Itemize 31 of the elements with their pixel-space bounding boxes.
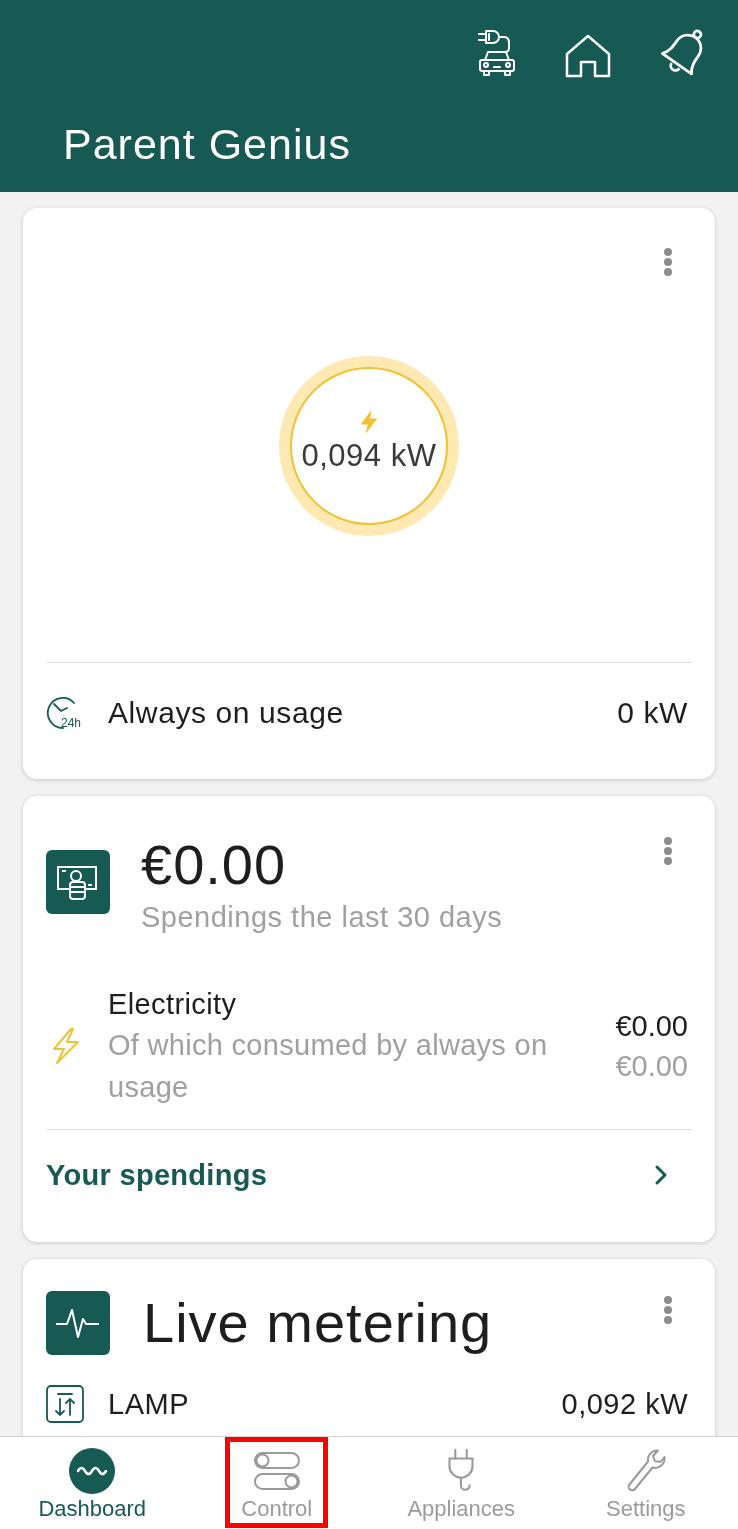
more-icon[interactable] <box>662 836 674 866</box>
nav-tab[interactable]: Settings <box>590 1437 702 1528</box>
car-charger-icon[interactable] <box>476 28 518 78</box>
spendings-link[interactable]: Your spendings <box>23 1130 715 1220</box>
usage-label: Always on usage <box>108 695 344 731</box>
lightning-icon <box>50 1027 82 1065</box>
expense-label: Electricity <box>108 987 237 1022</box>
wave-icon <box>69 1448 116 1494</box>
nav-tab[interactable]: Dashboard <box>22 1437 163 1528</box>
usage-value: 0 kW <box>617 695 688 731</box>
expense-detail-amount: €0.00 <box>615 1049 688 1084</box>
expense-amount: €0.00 <box>615 1009 688 1044</box>
spendings-caption: Spendings the last 30 days <box>141 900 503 935</box>
app-title: Parent Genius <box>63 119 351 170</box>
device-reading: 0,092 kW <box>561 1388 688 1420</box>
money-icon <box>46 850 110 914</box>
lightning-icon <box>359 410 379 434</box>
expense-detail: Of which consumed by always on usage <box>108 1028 549 1105</box>
more-icon[interactable] <box>662 247 674 277</box>
nav-tab[interactable]: Control <box>225 1437 329 1528</box>
metering-title: Live metering <box>143 1291 493 1355</box>
power-reading: 0,094 kW <box>301 438 437 474</box>
chevron-right-icon <box>654 1164 668 1186</box>
nav-tab[interactable]: Appliances <box>391 1437 532 1528</box>
home-icon[interactable] <box>564 34 612 78</box>
toggle-icon <box>252 1451 301 1491</box>
up-down-arrows-icon <box>46 1385 84 1423</box>
spendings-amount: €0.00 <box>141 833 287 897</box>
more-icon[interactable] <box>662 1295 674 1325</box>
pulse-icon <box>46 1291 110 1355</box>
device-name: LAMP <box>108 1388 189 1420</box>
